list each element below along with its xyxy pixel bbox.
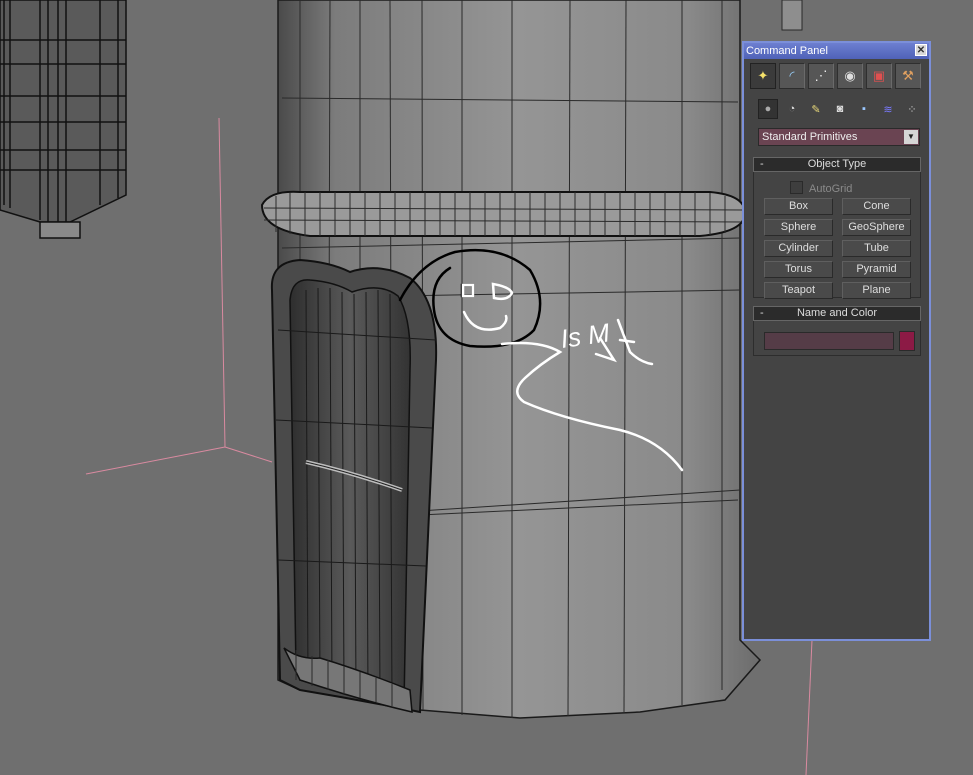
- lantern-object: [0, 0, 127, 239]
- autogrid-label: AutoGrid: [809, 183, 853, 195]
- create-tab[interactable]: ✦: [750, 63, 776, 89]
- motion-tab[interactable]: ◉: [837, 63, 863, 89]
- cameras-icon[interactable]: ◙: [830, 99, 850, 119]
- lights-icon[interactable]: ✎: [806, 99, 826, 119]
- utilities-tab[interactable]: ⚒: [895, 63, 921, 89]
- checkbox-icon[interactable]: [790, 181, 803, 194]
- display-tab[interactable]: ▣: [866, 63, 892, 89]
- chevron-down-icon[interactable]: ▼: [904, 130, 918, 144]
- object-type-title: Object Type: [807, 158, 867, 170]
- collapse-icon[interactable]: -: [760, 307, 764, 320]
- hierarchy-tab[interactable]: ⋰: [808, 63, 834, 89]
- box-button[interactable]: Box: [764, 198, 833, 215]
- primitive-type-dropdown[interactable]: Standard Primitives ▼: [758, 128, 920, 146]
- object-type-header[interactable]: - Object Type: [753, 157, 921, 172]
- tube-button[interactable]: Tube: [842, 240, 911, 257]
- teapot-button[interactable]: Teapot: [764, 282, 833, 299]
- geosphere-button[interactable]: GeoSphere: [842, 219, 911, 236]
- helpers-icon[interactable]: ▪: [854, 99, 874, 119]
- object-category-icons: ● ◔ ✎ ◙ ▪ ≋ ⁘: [758, 99, 924, 119]
- command-panel-tabs: ✦ ◜ ⋰ ◉ ▣ ⚒: [750, 63, 925, 89]
- space-warps-icon[interactable]: ≋: [878, 99, 898, 119]
- autogrid-checkbox[interactable]: AutoGrid: [790, 181, 852, 195]
- command-panel-titlebar[interactable]: Command Panel ✕: [744, 43, 929, 59]
- object-type-rollout: - Object Type AutoGrid Box Cone Sphere G…: [753, 157, 921, 299]
- name-color-header[interactable]: - Name and Color: [753, 306, 921, 321]
- object-color-swatch[interactable]: [899, 331, 915, 351]
- object-name-input[interactable]: [764, 332, 894, 350]
- arched-door: [270, 258, 438, 714]
- command-panel-window[interactable]: Command Panel ✕ ✦ ◜ ⋰ ◉ ▣ ⚒ ● ◔ ✎ ◙ ▪ ≋ …: [742, 41, 931, 641]
- ring-band: [260, 190, 747, 237]
- dropdown-value: Standard Primitives: [762, 131, 858, 143]
- torus-button[interactable]: Torus: [764, 261, 833, 278]
- cylinder-button[interactable]: Cylinder: [764, 240, 833, 257]
- systems-icon[interactable]: ⁘: [902, 99, 922, 119]
- plane-button[interactable]: Plane: [842, 282, 911, 299]
- sphere-button[interactable]: Sphere: [764, 219, 833, 236]
- geometry-icon[interactable]: ●: [758, 99, 778, 119]
- close-icon[interactable]: ✕: [915, 44, 927, 56]
- name-color-title: Name and Color: [796, 307, 878, 319]
- modify-tab[interactable]: ◜: [779, 63, 805, 89]
- name-color-rollout: - Name and Color: [753, 306, 921, 356]
- command-panel-title: Command Panel: [746, 45, 828, 57]
- pyramid-button[interactable]: Pyramid: [842, 261, 911, 278]
- cone-button[interactable]: Cone: [842, 198, 911, 215]
- shapes-icon[interactable]: ◔: [782, 99, 802, 119]
- collapse-icon[interactable]: -: [760, 158, 764, 171]
